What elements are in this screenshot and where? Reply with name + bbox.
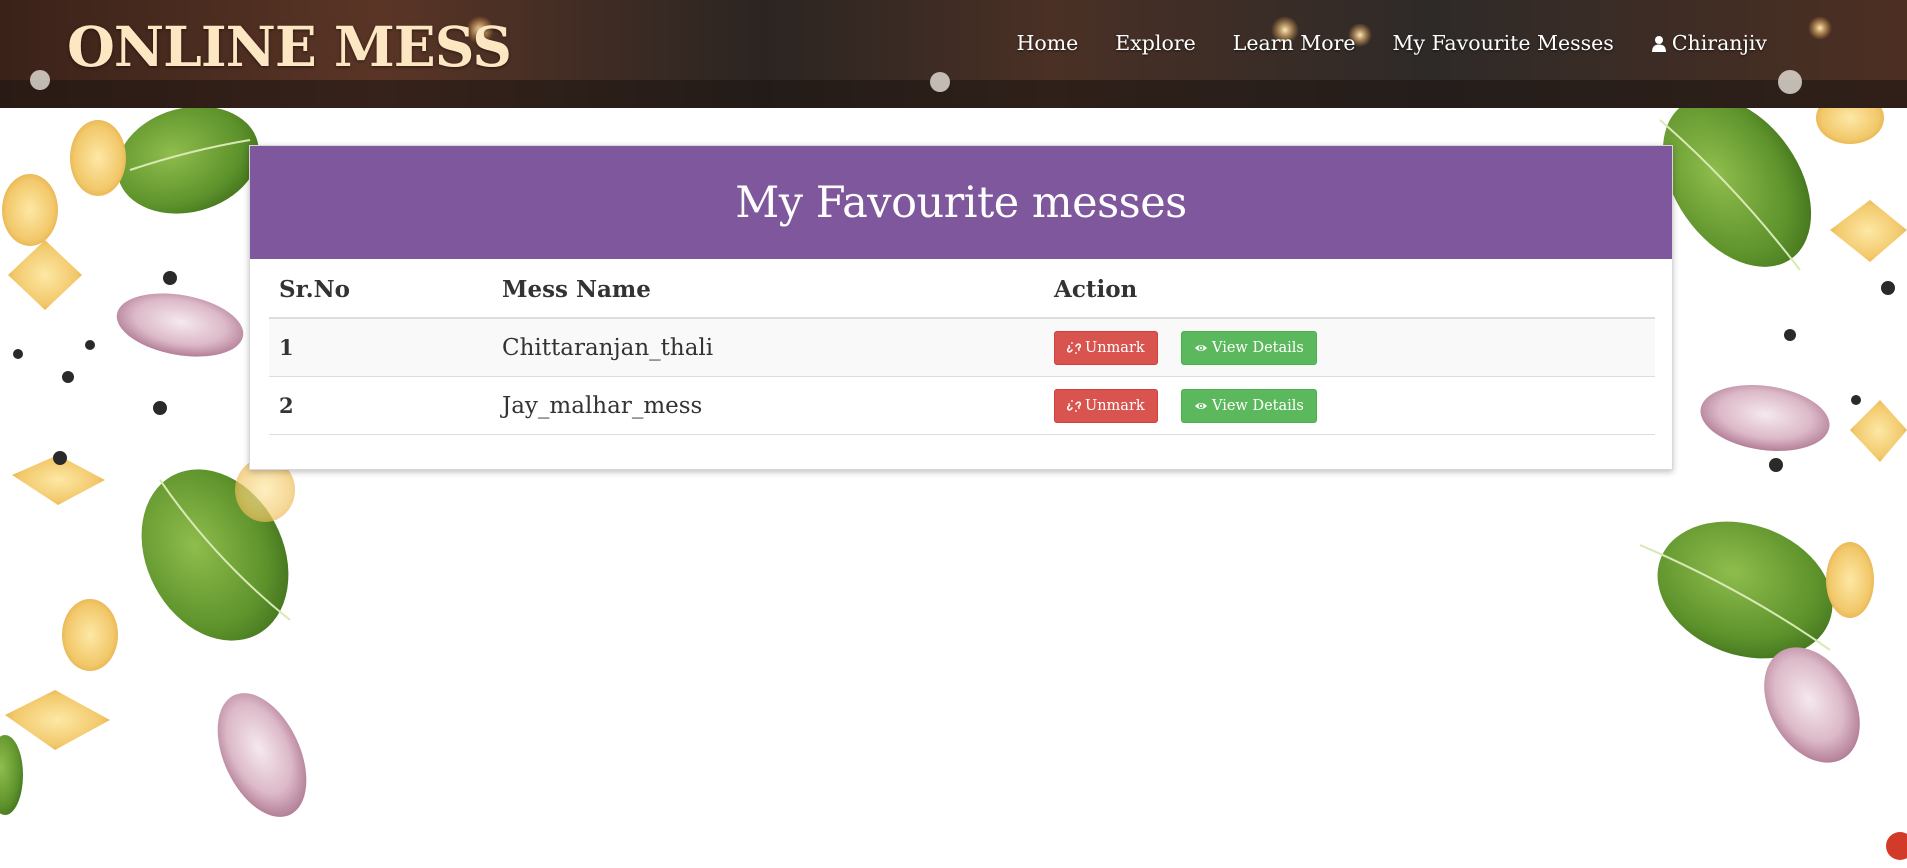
unmark-label: Unmark (1085, 339, 1145, 356)
nav-menu: Home Explore Learn More My Favourite Mes… (979, 31, 1767, 55)
food-decoration-right (1639, 92, 1907, 860)
unmark-button[interactable]: Unmark (1054, 330, 1158, 365)
view-details-label: View Details (1211, 397, 1304, 414)
table-row: 2 Jay_malhar_mess Unmark View Details (269, 376, 1655, 435)
nav-link-explore[interactable]: Explore (1115, 31, 1195, 55)
view-details-button[interactable]: View Details (1180, 330, 1317, 365)
panel-heading: My Favourite messes (250, 146, 1672, 259)
eye-icon (1194, 344, 1207, 351)
nav-link-learn-more[interactable]: Learn More (1233, 31, 1356, 55)
unmark-button[interactable]: Unmark (1054, 388, 1158, 423)
column-header-srno: Sr.No (269, 276, 492, 319)
row-mess-name: Chittaranjan_thali (492, 318, 1044, 377)
user-name: Chiranjiv (1671, 31, 1767, 55)
favourites-table-wrapper: Sr.No Mess Name Action 1 Chittaranjan_th… (269, 276, 1655, 435)
row-mess-name: Jay_malhar_mess (492, 376, 1044, 435)
favourites-panel: My Favourite messes Sr.No Mess Name Acti… (249, 145, 1673, 470)
top-navbar: ONLINE MESS Home Explore Learn More My F… (0, 0, 1907, 108)
nav-link-home[interactable]: Home (1016, 31, 1078, 55)
column-header-action: Action (1044, 276, 1655, 319)
nav-link-my-favourite-messes[interactable]: My Favourite Messes (1393, 31, 1614, 55)
table-row: 1 Chittaranjan_thali Unmark View Details (269, 318, 1655, 377)
unlink-icon (1067, 341, 1081, 354)
page-title: My Favourite messes (735, 177, 1187, 228)
view-details-label: View Details (1211, 339, 1304, 356)
row-actions: Unmark View Details (1044, 376, 1655, 435)
eye-icon (1194, 402, 1207, 409)
unmark-label: Unmark (1085, 397, 1145, 414)
view-details-button[interactable]: View Details (1180, 388, 1317, 423)
favourites-table: Sr.No Mess Name Action 1 Chittaranjan_th… (269, 276, 1655, 435)
unlink-icon (1067, 399, 1081, 412)
user-menu[interactable]: Chiranjiv (1651, 31, 1767, 55)
user-icon (1651, 35, 1666, 52)
row-srno: 1 (269, 318, 492, 377)
site-brand[interactable]: ONLINE MESS (67, 14, 512, 79)
column-header-mess-name: Mess Name (492, 276, 1044, 319)
table-header-row: Sr.No Mess Name Action (269, 276, 1655, 319)
row-actions: Unmark View Details (1044, 318, 1655, 377)
row-srno: 2 (269, 376, 492, 435)
